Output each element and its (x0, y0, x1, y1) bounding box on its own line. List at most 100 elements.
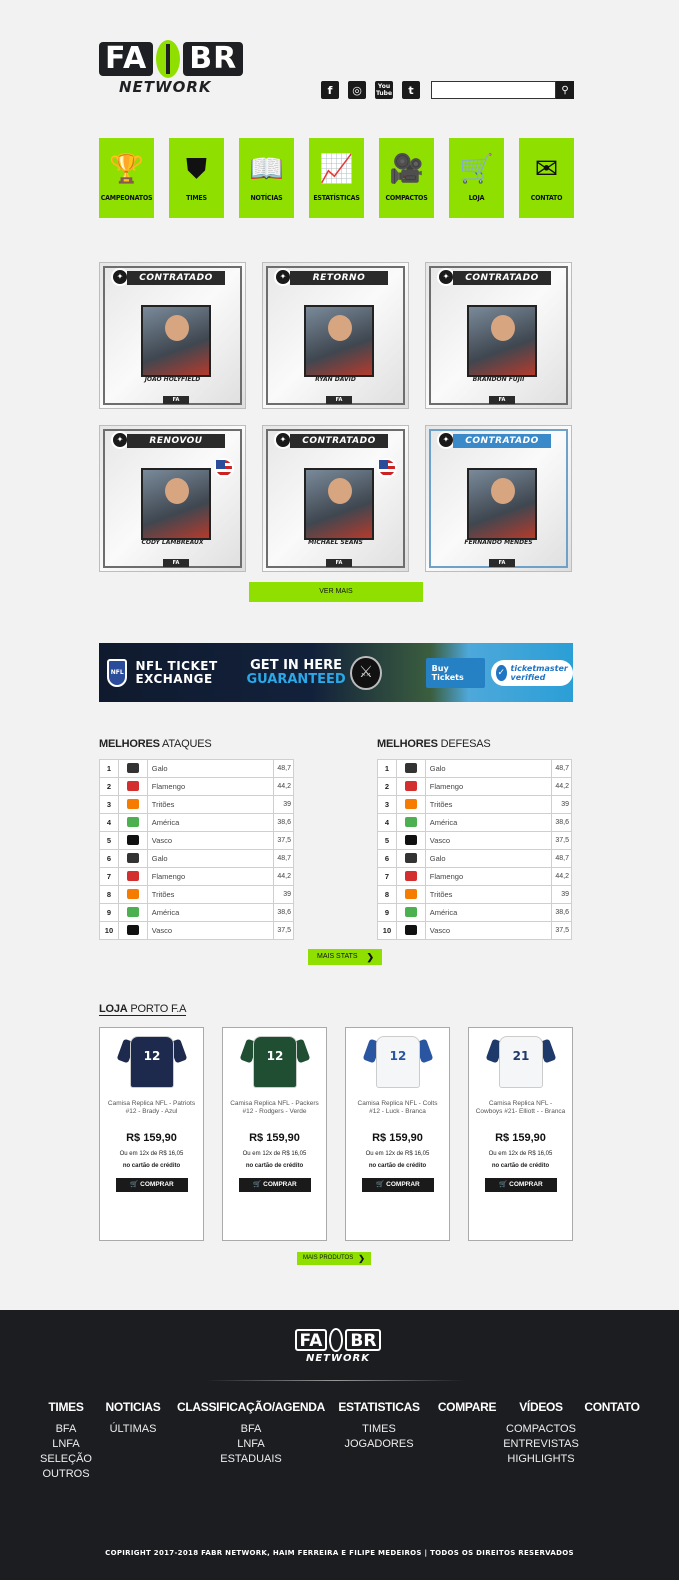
footer-heading[interactable]: VÍDEOS (503, 1400, 579, 1414)
stats-row[interactable]: 5 Vasco 37,5 (377, 831, 572, 850)
stats-row[interactable]: 6 Galo 48,7 (377, 849, 572, 868)
ticketmaster-label: ticketmaster verified (510, 663, 568, 682)
player-card[interactable]: ✦ RETORNO RYAN DAVID FA (262, 262, 409, 409)
player-card[interactable]: ✦ CONTRATADO FERNANDO MENDES FA (425, 425, 572, 572)
nav-compactos[interactable]: 🎥 COMPACTOS (379, 138, 434, 218)
footer-link[interactable]: LNFA (40, 1437, 92, 1452)
card-status: CONTRATADO (290, 434, 388, 448)
search-input[interactable] (431, 81, 556, 99)
footer-heading[interactable]: ESTATISTICAS (338, 1400, 420, 1414)
facebook-icon[interactable]: f (321, 81, 339, 99)
search-icon[interactable]: ⚲ (556, 81, 574, 99)
stats-title-ataques: MELHORES ATAQUES (99, 738, 212, 750)
product-card[interactable]: 12 Camisa Replica NFL - Packers #12 - Rod… (222, 1027, 327, 1241)
footer-heading[interactable]: CLASSIFICAÇÃO/AGENDA (177, 1400, 325, 1414)
comprar-button[interactable]: 🛒 COMPRAR (362, 1178, 434, 1192)
stats-row[interactable]: 7 Flamengo 44,2 (99, 867, 294, 886)
footer-link[interactable]: TIMES (338, 1422, 419, 1437)
footer-link[interactable]: BFA (177, 1422, 325, 1437)
footer-link[interactable]: HIGHLIGHTS (503, 1452, 579, 1467)
main-nav: 🏆 CAMPEONATOS ⛊ TIMES 📖 NOTÍCIAS 📈 ESTAT… (99, 138, 574, 218)
team-name: Flamengo (424, 777, 553, 796)
player-name: JOÃO HOLYFIELD (144, 376, 201, 383)
player-card[interactable]: ✦ RENOVOU CODY LAMBREAUX FA (99, 425, 246, 572)
footer-heading[interactable]: TIMES (40, 1400, 92, 1414)
site-logo[interactable]: FA BR NETWORK (99, 40, 244, 102)
stats-row[interactable]: 9 América 38,6 (99, 903, 294, 922)
product-card[interactable]: 12 Camisa Replica NFL - Patriots #12 - Br… (99, 1027, 204, 1241)
footer-heading[interactable]: NOTICIAS (106, 1400, 161, 1414)
stats-row[interactable]: 6 Galo 48,7 (99, 849, 294, 868)
footer: FA BR NETWORK TIMES BFA LNFA SELEÇÃO OUTROS N… (0, 1310, 679, 1580)
footer-link[interactable]: BFA (40, 1422, 92, 1437)
player-card[interactable]: ✦ CONTRATADO MICHAEL SEANS FA (262, 425, 409, 572)
product-name[interactable]: Camisa Replica NFL - Patriots #12 - Brad… (106, 1100, 197, 1116)
stats-row[interactable]: 1 Galo 48,7 (99, 759, 294, 778)
mais-stats-button[interactable]: MAIS STATS ❯ (308, 949, 382, 965)
stats-row[interactable]: 4 América 38,6 (377, 813, 572, 832)
twitter-icon[interactable]: t (402, 81, 420, 99)
footer-link[interactable]: ÚLTIMAS (106, 1422, 161, 1437)
player-card[interactable]: ✦ CONTRATADO BRANDON FUJII FA (425, 262, 572, 409)
nav-times[interactable]: ⛊ TIMES (169, 138, 224, 218)
stats-row[interactable]: 5 Vasco 37,5 (99, 831, 294, 850)
footer-link[interactable]: OUTROS (40, 1467, 92, 1482)
stats-row[interactable]: 3 Tritões 39 (99, 795, 294, 814)
footer-link[interactable]: SELEÇÃO (40, 1452, 92, 1467)
stats-row[interactable]: 8 Tritões 39 (99, 885, 294, 904)
team-name: América (146, 813, 275, 832)
ver-mais-button[interactable]: VER MAIS (249, 582, 423, 602)
product-list: 12 Camisa Replica NFL - Patriots #12 - Br… (99, 1027, 573, 1241)
stats-row[interactable]: 9 América 38,6 (377, 903, 572, 922)
stats-row[interactable]: 8 Tritões 39 (377, 885, 572, 904)
footer-link[interactable]: ESTADUAIS (177, 1452, 325, 1467)
book-icon: 📖 (249, 153, 284, 184)
comprar-button[interactable]: 🛒 COMPRAR (485, 1178, 557, 1192)
footer-logo[interactable]: FA BR NETWORK (286, 1328, 390, 1364)
nav-contato[interactable]: ✉ CONTATO (519, 138, 574, 218)
comprar-button[interactable]: 🛒 COMPRAR (116, 1178, 188, 1192)
product-name[interactable]: Camisa Replica NFL - Packers #12 - Rodge… (229, 1100, 320, 1116)
instagram-icon[interactable]: ◎ (348, 81, 366, 99)
stats-row[interactable]: 10 Vasco 37,5 (377, 921, 572, 940)
player-card[interactable]: ✦ CONTRATADO JOÃO HOLYFIELD FA (99, 262, 246, 409)
team-value: 48,7 (551, 759, 572, 778)
youtube-icon[interactable]: You Tube (375, 81, 393, 99)
footer-link[interactable]: COMPACTOS (503, 1422, 579, 1437)
footer-logo-right: BR (345, 1329, 382, 1351)
stats-row[interactable]: 1 Galo 48,7 (377, 759, 572, 778)
player-name: BRANDON FUJII (472, 376, 525, 383)
nav-loja[interactable]: 🛒 LOJA (449, 138, 504, 218)
footer-heading[interactable]: COMPARE (438, 1400, 497, 1414)
team-logo-icon (117, 759, 148, 778)
stats-row[interactable]: 7 Flamengo 44,2 (377, 867, 572, 886)
footer-link[interactable]: ENTREVISTAS (503, 1437, 579, 1452)
title-rest: PORTO F.A (127, 1003, 187, 1015)
product-card[interactable]: 21 Camisa Replica NFL - Cowboys #21- Elli… (468, 1027, 573, 1241)
stats-row[interactable]: 2 Flamengo 44,2 (99, 777, 294, 796)
footer-link[interactable]: LNFA (177, 1437, 325, 1452)
rank: 1 (99, 759, 119, 778)
title-bold: LOJA (99, 1003, 128, 1015)
card-status: RETORNO (290, 271, 388, 285)
stats-row[interactable]: 3 Tritões 39 (377, 795, 572, 814)
comprar-button[interactable]: 🛒 COMPRAR (239, 1178, 311, 1192)
stats-row[interactable]: 4 América 38,6 (99, 813, 294, 832)
product-name[interactable]: Camisa Replica NFL - Colts #12 - Luck - … (352, 1100, 443, 1116)
nav-campeonatos[interactable]: 🏆 CAMPEONATOS (99, 138, 154, 218)
mais-stats-label: MAIS STATS (317, 953, 358, 960)
buy-tickets-button[interactable]: Buy Tickets (425, 657, 486, 688)
stats-row[interactable]: 2 Flamengo 44,2 (377, 777, 572, 796)
footer-heading[interactable]: CONTATO (584, 1400, 640, 1414)
footer-link[interactable]: JOGADORES (338, 1437, 419, 1452)
nav-estatisticas[interactable]: 📈 ESTATÍSTICAS (309, 138, 364, 218)
player-photo (304, 468, 374, 540)
nfl-ticket-banner[interactable]: NFL NFL TICKET EXCHANGE GET IN HERE GUAR… (99, 643, 574, 702)
footer-column: VÍDEOS COMPACTOS ENTREVISTAS HIGHLIGHTS (503, 1400, 579, 1467)
defesas-table: 1 Galo 48,7 2 Flamengo 44,2 3 Tritões 39 4 América… (377, 759, 572, 940)
product-name[interactable]: Camisa Replica NFL - Cowboys #21- Elliot… (475, 1100, 566, 1116)
mais-produtos-button[interactable]: MAIS PRODUTOS ❯ (297, 1252, 371, 1265)
stats-row[interactable]: 10 Vasco 37,5 (99, 921, 294, 940)
product-card[interactable]: 12 Camisa Replica NFL - Colts #12 - Luck … (345, 1027, 450, 1241)
nav-noticias[interactable]: 📖 NOTÍCIAS (239, 138, 294, 218)
